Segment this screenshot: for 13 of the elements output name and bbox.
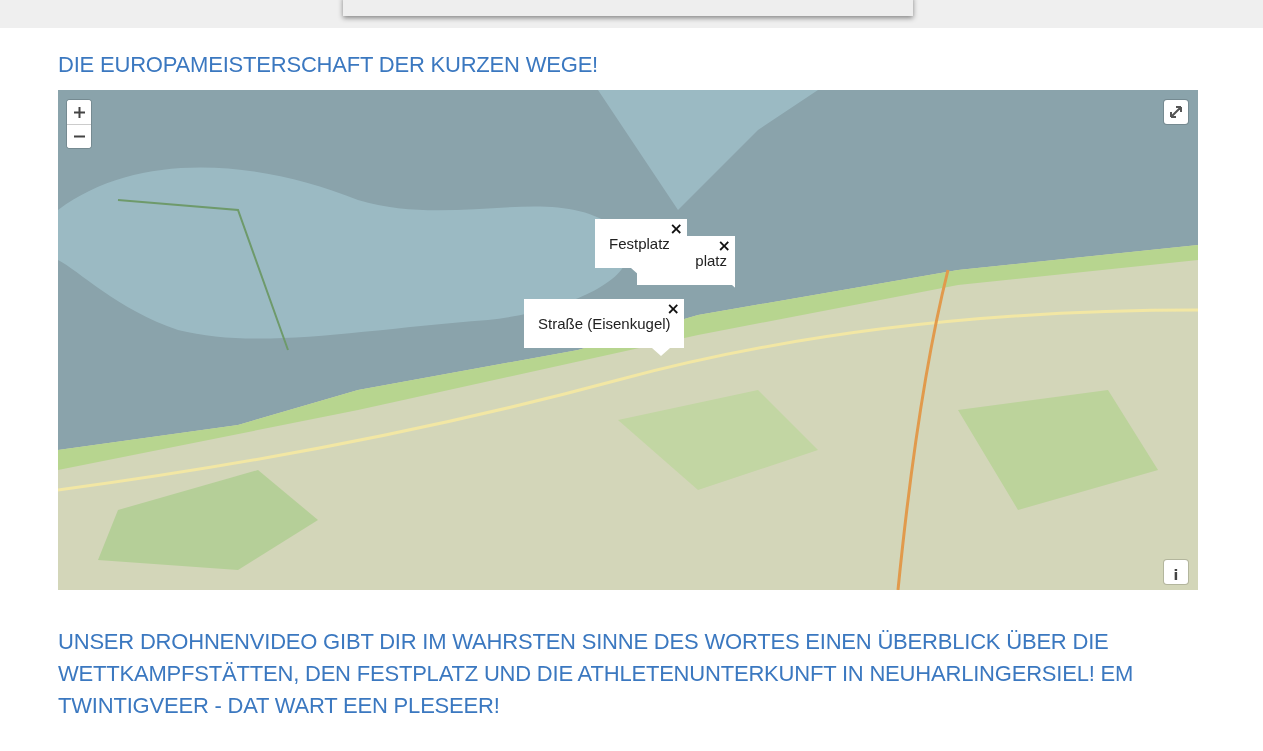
plus-icon [73,106,85,118]
minus-icon [73,135,85,138]
close-button[interactable]: × [669,220,683,238]
section-heading: DIE EUROPAMEISTERSCHAFT DER KURZEN WEGE! [58,51,600,79]
close-button[interactable]: × [666,300,680,318]
close-button[interactable]: × [717,237,731,255]
section-heading: UNSER DROHNENVIDEO GIBT DIR IM WAHRSTEN SINNE DES WORTES EINEN ÜBERBLICK ÜBER DIE WETTKAMPFSTÄTTEN, DEN FESTPLATZ UND DIE ATHLETENUNTERKUNFT IN NEUHARLINGERSIEL! EM TWINTIGVEER - DAT WART EEN PLESEER! [58,628,1135,720]
popup-label: platz [694,252,728,269]
fullscreen-button[interactable] [1164,100,1188,124]
info-button[interactable]: i [1164,560,1188,584]
expand-icon [1168,104,1184,120]
popup-label: Festplatz [608,235,671,252]
popup-label: Straße (Eisenkugel) [537,315,672,332]
